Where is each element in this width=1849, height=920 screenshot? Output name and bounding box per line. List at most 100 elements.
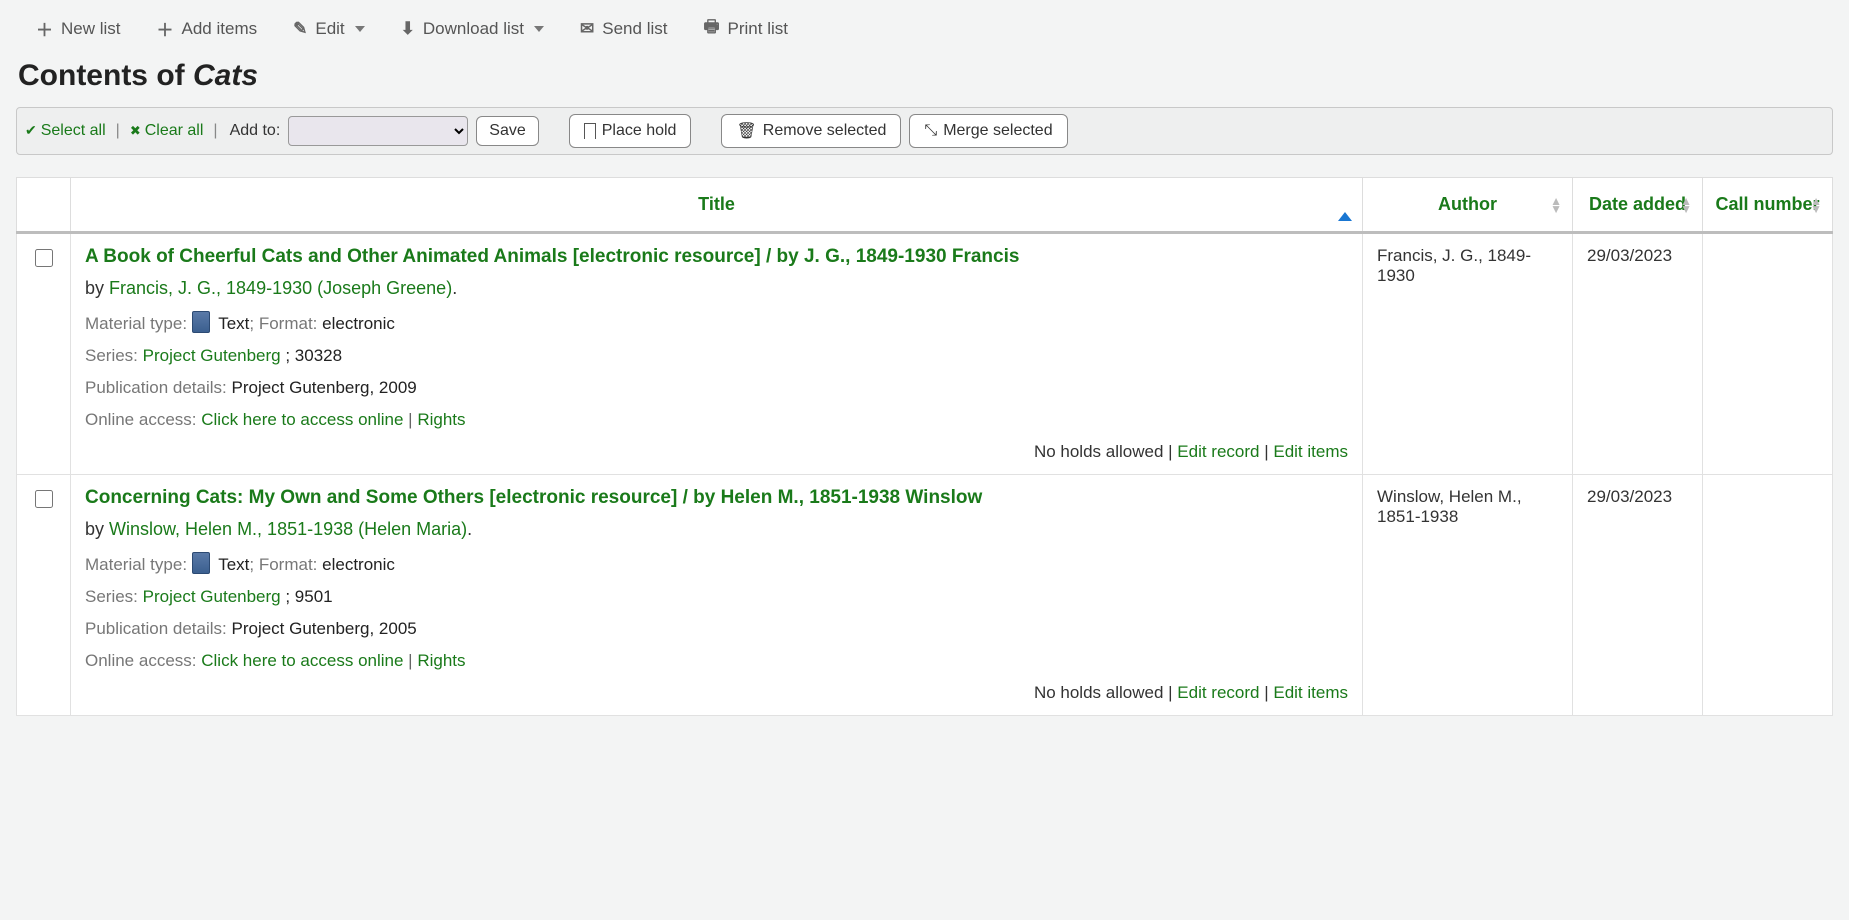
format-value: electronic <box>322 314 395 333</box>
author-link[interactable]: Francis, J. G., 1849-1930 (Joseph Greene… <box>109 278 452 298</box>
author-link[interactable]: Winslow, Helen M., 1851-1938 (Helen Mari… <box>109 519 467 539</box>
series-line: Series: Project Gutenberg ; 30328 <box>85 346 1348 366</box>
row-checkbox[interactable] <box>35 249 53 267</box>
online-access-line: Online access: Click here to access onli… <box>85 651 1348 671</box>
results-table: Title Author ▲▼ Date added ▲▼ Call numbe… <box>16 177 1833 716</box>
by-label: by <box>85 519 109 539</box>
separator: | <box>1259 442 1273 461</box>
col-date-label: Date added <box>1589 194 1686 214</box>
record-title-link[interactable]: Concerning Cats: My Own and Some Others … <box>85 487 1348 509</box>
online-access-link[interactable]: Click here to access online <box>201 410 403 429</box>
col-call-number[interactable]: Call number ▲▼ <box>1703 178 1833 233</box>
print-list-button[interactable]: 🖶 Print list <box>703 14 788 43</box>
period: . <box>452 278 457 298</box>
download-label: Download list <box>423 19 524 39</box>
action-bar: Select all | Clear all | Add to: Save Pl… <box>16 107 1833 155</box>
print-label: Print list <box>728 19 788 39</box>
plus-icon: ＋ <box>157 16 174 41</box>
online-access-label: Online access: <box>85 410 197 429</box>
x-icon <box>130 122 145 139</box>
trash-icon: 🗑 <box>736 121 756 141</box>
remove-selected-button[interactable]: 🗑 Remove selected <box>721 114 901 148</box>
top-toolbar: ＋ New list ＋ Add items ✎ Edit ⬇ Download… <box>16 8 1833 57</box>
bookmark-icon <box>584 123 596 139</box>
place-hold-button[interactable]: Place hold <box>569 114 692 148</box>
publication-label: Publication details: <box>85 619 227 638</box>
sort-icon: ▲▼ <box>1550 197 1562 213</box>
edit-record-link[interactable]: Edit record <box>1177 442 1259 461</box>
series-number: ; 9501 <box>285 587 332 606</box>
col-title-label: Title <box>698 194 735 214</box>
row-checkbox-cell <box>17 233 71 475</box>
row-actions: No holds allowed | Edit record | Edit it… <box>85 683 1348 703</box>
material-type-line: Material type: Text; Format: electronic <box>85 311 1348 334</box>
byline: by Francis, J. G., 1849-1930 (Joseph Gre… <box>85 278 1348 299</box>
add-items-label: Add items <box>182 19 258 39</box>
select-all-link[interactable]: Select all <box>25 122 106 140</box>
add-items-button[interactable]: ＋ Add items <box>157 16 258 41</box>
col-title[interactable]: Title <box>71 178 1363 233</box>
save-button[interactable]: Save <box>476 116 538 146</box>
table-row: Concerning Cats: My Own and Some Others … <box>17 475 1833 716</box>
period: . <box>467 519 472 539</box>
edit-items-link[interactable]: Edit items <box>1273 683 1348 702</box>
rights-link[interactable]: Rights <box>417 410 465 429</box>
record-title-link[interactable]: A Book of Cheerful Cats and Other Animat… <box>85 246 1348 268</box>
date-added-cell: 29/03/2023 <box>1573 475 1703 716</box>
caret-down-icon <box>534 26 544 32</box>
select-all-label: Select all <box>41 122 106 139</box>
table-row: A Book of Cheerful Cats and Other Animat… <box>17 233 1833 475</box>
clear-all-label: Clear all <box>145 122 204 139</box>
plus-icon: ＋ <box>36 16 53 41</box>
send-list-button[interactable]: ✉ Send list <box>580 19 667 39</box>
material-type-label: Material type: <box>85 555 187 574</box>
merge-selected-button[interactable]: ⤡ Merge selected <box>909 114 1067 148</box>
material-text: Text <box>218 555 249 574</box>
series-link[interactable]: Project Gutenberg <box>143 587 281 606</box>
clear-all-link[interactable]: Clear all <box>130 122 204 140</box>
publication-label: Publication details: <box>85 378 227 397</box>
col-checkbox <box>17 178 71 233</box>
format-value: electronic <box>322 555 395 574</box>
edit-record-link[interactable]: Edit record <box>1177 683 1259 702</box>
sort-icon: ▲▼ <box>1810 197 1822 213</box>
printer-icon: 🖶 <box>703 14 719 43</box>
material-type-label: Material type: <box>85 314 187 333</box>
sort-asc-icon <box>1338 212 1352 221</box>
add-to-select[interactable] <box>288 116 468 146</box>
publication-value: Project Gutenberg, 2009 <box>232 378 417 397</box>
material-type-line: Material type: Text; Format: electronic <box>85 552 1348 575</box>
semicolon: ; <box>249 555 258 574</box>
download-icon: ⬇ <box>401 19 415 39</box>
title-cell: A Book of Cheerful Cats and Other Animat… <box>71 233 1363 475</box>
rights-link[interactable]: Rights <box>417 651 465 670</box>
row-checkbox[interactable] <box>35 490 53 508</box>
date-added-cell: 29/03/2023 <box>1573 233 1703 475</box>
material-text: Text <box>218 314 249 333</box>
series-line: Series: Project Gutenberg ; 9501 <box>85 587 1348 607</box>
series-link[interactable]: Project Gutenberg <box>143 346 281 365</box>
col-call-label: Call number <box>1715 194 1819 214</box>
book-icon <box>192 311 210 333</box>
col-author[interactable]: Author ▲▼ <box>1363 178 1573 233</box>
online-access-label: Online access: <box>85 651 197 670</box>
edit-items-link[interactable]: Edit items <box>1273 442 1348 461</box>
separator: | <box>116 122 120 140</box>
new-list-button[interactable]: ＋ New list <box>36 16 121 41</box>
col-date-added[interactable]: Date added ▲▼ <box>1573 178 1703 233</box>
merge-selected-label: Merge selected <box>943 122 1052 140</box>
save-label: Save <box>489 122 525 140</box>
publication-line: Publication details: Project Gutenberg, … <box>85 378 1348 398</box>
byline: by Winslow, Helen M., 1851-1938 (Helen M… <box>85 519 1348 540</box>
online-access-link[interactable]: Click here to access online <box>201 651 403 670</box>
download-dropdown[interactable]: ⬇ Download list <box>401 19 544 39</box>
row-actions: No holds allowed | Edit record | Edit it… <box>85 442 1348 462</box>
series-label: Series: <box>85 587 138 606</box>
edit-dropdown[interactable]: ✎ Edit <box>293 19 365 39</box>
new-list-label: New list <box>61 19 121 39</box>
series-label: Series: <box>85 346 138 365</box>
format-label: Format: <box>259 555 318 574</box>
merge-icon: ⤡ <box>924 122 937 140</box>
page-title-prefix: Contents of <box>18 59 193 92</box>
no-holds-text: No holds allowed <box>1034 683 1163 702</box>
